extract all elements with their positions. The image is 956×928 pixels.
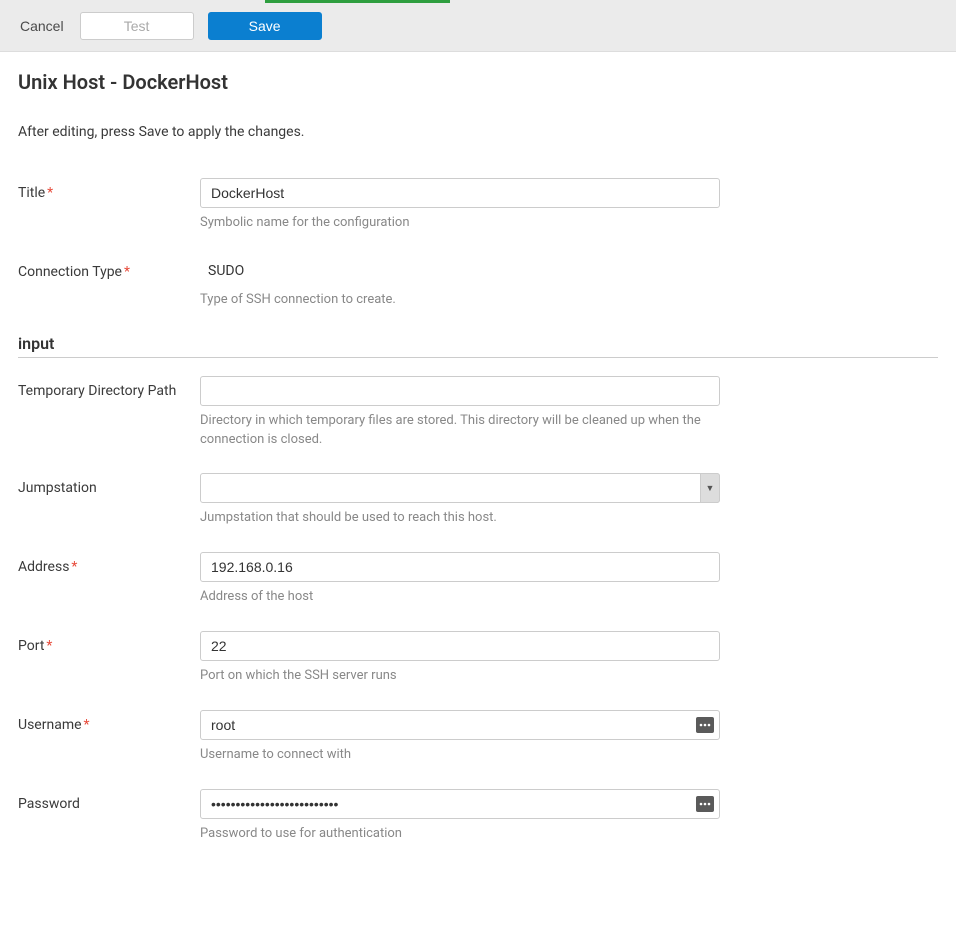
top-accent-bar xyxy=(265,0,450,3)
connection-type-value: SUDO xyxy=(200,257,720,285)
toolbar: Cancel Test Save xyxy=(0,0,956,52)
port-input[interactable] xyxy=(200,631,720,661)
section-divider xyxy=(18,357,938,358)
password-input[interactable] xyxy=(200,789,720,819)
form: Title* Symbolic name for the configurati… xyxy=(18,178,938,844)
address-input[interactable] xyxy=(200,552,720,582)
title-label: Title* xyxy=(18,178,200,233)
jumpstation-select[interactable]: ▼ xyxy=(200,473,720,503)
jumpstation-help: Jumpstation that should be used to reach… xyxy=(200,509,720,528)
temp-dir-input[interactable] xyxy=(200,376,720,406)
save-button[interactable]: Save xyxy=(208,12,322,40)
title-help: Symbolic name for the configuration xyxy=(200,214,720,233)
required-marker: * xyxy=(84,717,90,733)
password-label: Password xyxy=(18,789,200,844)
connection-type-help: Type of SSH connection to create. xyxy=(200,291,720,310)
jumpstation-select-input[interactable] xyxy=(200,473,720,503)
temp-dir-help: Directory in which temporary files are s… xyxy=(200,412,720,450)
temp-dir-label: Temporary Directory Path xyxy=(18,376,200,450)
title-input[interactable] xyxy=(200,178,720,208)
required-marker: * xyxy=(47,185,53,201)
username-help: Username to connect with xyxy=(200,746,720,765)
credential-lookup-icon[interactable] xyxy=(696,796,714,812)
username-label: Username* xyxy=(18,710,200,765)
section-input-header: input xyxy=(18,334,938,353)
credential-lookup-icon[interactable] xyxy=(696,717,714,733)
cancel-button[interactable]: Cancel xyxy=(18,18,66,34)
address-label: Address* xyxy=(18,552,200,607)
test-button[interactable]: Test xyxy=(80,12,194,40)
connection-type-label: Connection Type* xyxy=(18,257,200,310)
port-help: Port on which the SSH server runs xyxy=(200,667,720,686)
required-marker: * xyxy=(71,559,77,575)
jumpstation-label: Jumpstation xyxy=(18,473,200,528)
content-area: Unix Host - DockerHost After editing, pr… xyxy=(0,52,956,928)
port-label: Port* xyxy=(18,631,200,686)
page-title: Unix Host - DockerHost xyxy=(18,70,938,94)
page-subtitle: After editing, press Save to apply the c… xyxy=(18,124,938,140)
password-help: Password to use for authentication xyxy=(200,825,720,844)
address-help: Address of the host xyxy=(200,588,720,607)
username-input[interactable] xyxy=(200,710,720,740)
required-marker: * xyxy=(46,638,52,654)
required-marker: * xyxy=(124,264,130,280)
